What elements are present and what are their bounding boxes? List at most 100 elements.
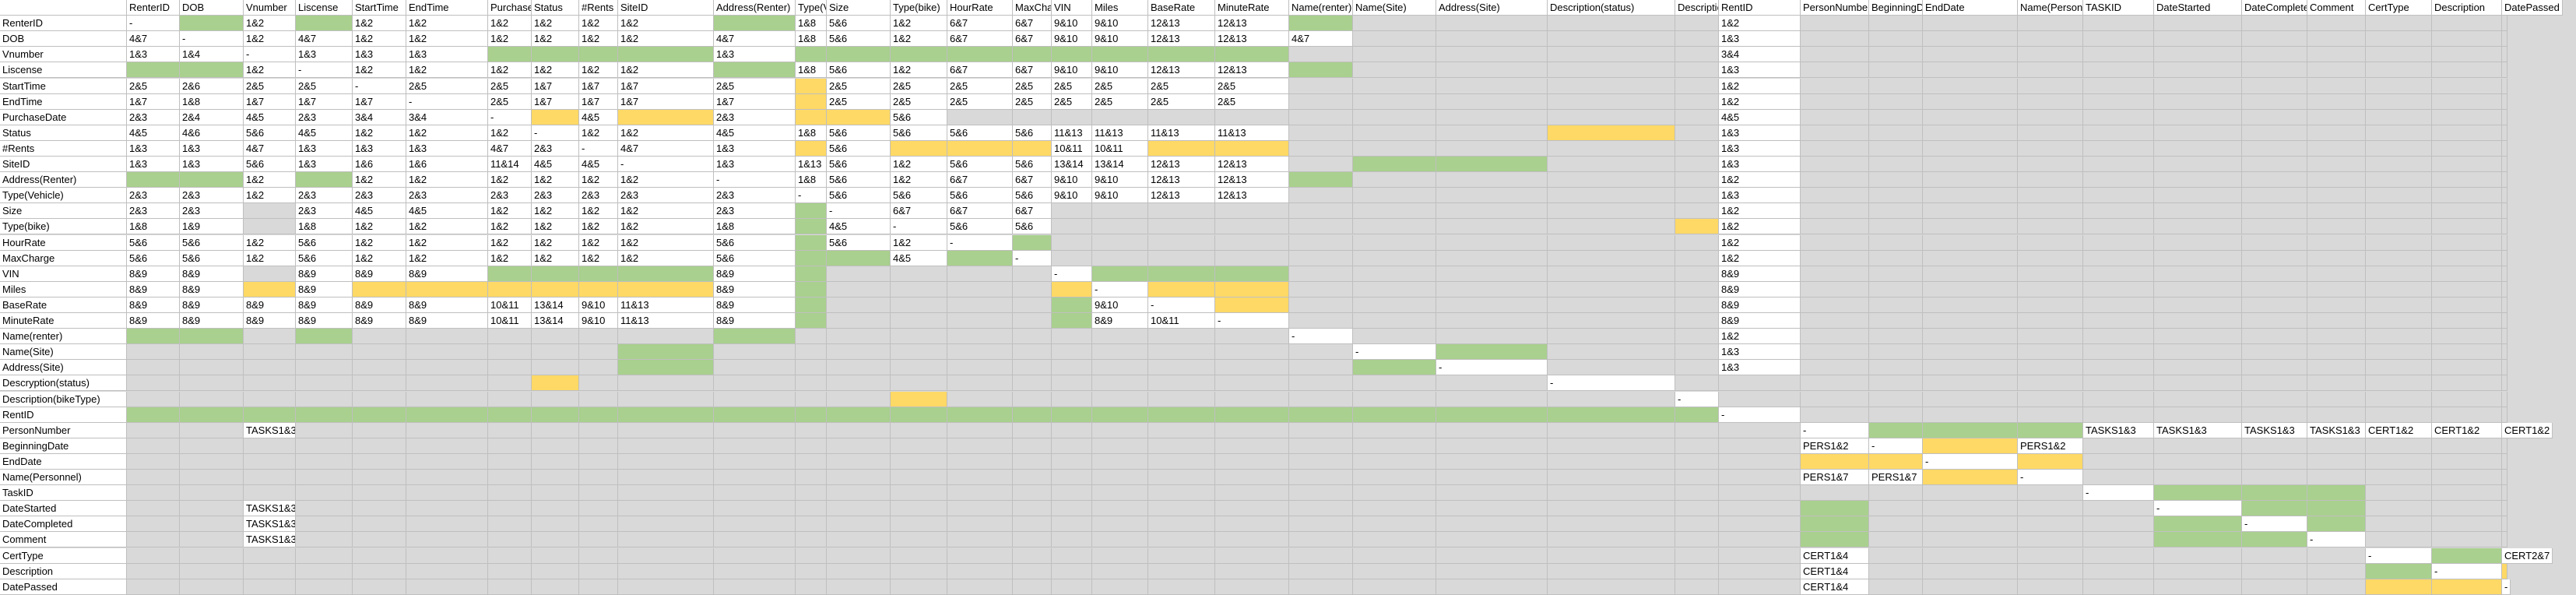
grid-cell[interactable] — [1052, 234, 1092, 251]
column-header[interactable]: Type(bike) — [891, 0, 947, 16]
grid-cell[interactable] — [2366, 31, 2432, 48]
grid-cell[interactable] — [1148, 329, 1215, 345]
row-header[interactable]: Comment — [0, 532, 127, 548]
grid-cell[interactable] — [1148, 422, 1215, 438]
grid-cell[interactable] — [1923, 78, 2018, 94]
grid-cell[interactable] — [2018, 453, 2083, 470]
grid-cell[interactable] — [2432, 234, 2502, 251]
grid-cell[interactable] — [406, 329, 488, 345]
grid-cell[interactable] — [2307, 172, 2366, 188]
grid-cell[interactable] — [1052, 329, 1092, 345]
grid-cell[interactable]: - — [1289, 329, 1353, 345]
grid-cell[interactable] — [2502, 281, 2507, 298]
grid-cell[interactable]: 5&6 — [244, 157, 296, 173]
row-header[interactable]: Vnumber — [0, 47, 127, 63]
grid-cell[interactable] — [2432, 579, 2502, 595]
grid-cell[interactable] — [2083, 157, 2154, 173]
grid-cell[interactable]: 2&5 — [891, 93, 947, 110]
grid-cell[interactable]: 12&13 — [1148, 31, 1215, 48]
grid-cell[interactable] — [2083, 470, 2154, 486]
grid-cell[interactable] — [1013, 109, 1052, 125]
grid-cell[interactable] — [1801, 344, 1869, 361]
grid-cell[interactable] — [827, 470, 891, 486]
grid-cell[interactable] — [1548, 281, 1675, 298]
grid-cell[interactable] — [1013, 470, 1052, 486]
grid-cell[interactable] — [1215, 516, 1289, 533]
grid-cell[interactable] — [1675, 93, 1719, 110]
grid-cell[interactable]: 1&2 — [532, 250, 579, 266]
row-header[interactable]: PurchaseDate — [0, 109, 127, 125]
grid-cell[interactable] — [1801, 453, 1869, 470]
grid-cell[interactable] — [296, 547, 353, 564]
grid-cell[interactable] — [1548, 453, 1675, 470]
grid-cell[interactable] — [1353, 47, 1436, 63]
grid-cell[interactable] — [796, 266, 827, 282]
grid-cell[interactable] — [1675, 547, 1719, 564]
grid-cell[interactable]: 5&6 — [827, 140, 891, 157]
grid-cell[interactable] — [1353, 31, 1436, 48]
grid-cell[interactable]: 1&2 — [618, 219, 714, 235]
grid-cell[interactable] — [1436, 579, 1548, 595]
grid-cell[interactable]: 1&2 — [488, 16, 532, 32]
grid-cell[interactable] — [947, 516, 1013, 533]
grid-cell[interactable] — [2083, 516, 2154, 533]
grid-cell[interactable] — [2154, 157, 2242, 173]
grid-cell[interactable]: 2&5 — [827, 93, 891, 110]
grid-cell[interactable] — [796, 281, 827, 298]
grid-cell[interactable]: 1&3 — [127, 47, 180, 63]
grid-cell[interactable] — [1289, 547, 1353, 564]
grid-cell[interactable] — [353, 391, 406, 407]
grid-cell[interactable] — [1675, 563, 1719, 579]
grid-cell[interactable] — [2307, 62, 2366, 79]
grid-cell[interactable] — [532, 470, 579, 486]
grid-cell[interactable] — [2083, 281, 2154, 298]
grid-cell[interactable] — [296, 172, 353, 188]
grid-cell[interactable] — [2432, 470, 2502, 486]
grid-cell[interactable] — [796, 250, 827, 266]
grid-cell[interactable] — [1923, 125, 2018, 141]
grid-cell[interactable]: 10&11 — [1052, 140, 1092, 157]
grid-cell[interactable] — [1869, 360, 1923, 376]
grid-cell[interactable]: - — [2307, 532, 2366, 548]
grid-cell[interactable]: TASKS1&3 — [2083, 422, 2154, 438]
grid-cell[interactable] — [2366, 109, 2432, 125]
grid-cell[interactable] — [1289, 516, 1353, 533]
grid-cell[interactable]: 3&4 — [406, 109, 488, 125]
row-header[interactable]: BaseRate — [0, 297, 127, 313]
grid-cell[interactable] — [1052, 516, 1092, 533]
grid-cell[interactable] — [1923, 485, 2018, 502]
grid-cell[interactable] — [947, 47, 1013, 63]
column-header[interactable]: EndTime — [406, 0, 488, 16]
grid-cell[interactable]: 1&7 — [127, 93, 180, 110]
grid-cell[interactable] — [1215, 329, 1289, 345]
grid-cell[interactable] — [353, 563, 406, 579]
grid-cell[interactable] — [1801, 250, 1869, 266]
grid-cell[interactable]: 11&13 — [1092, 125, 1148, 141]
grid-cell[interactable] — [2307, 391, 2366, 407]
grid-cell[interactable]: 9&10 — [1052, 172, 1092, 188]
grid-cell[interactable] — [1013, 329, 1052, 345]
grid-cell[interactable] — [1215, 563, 1289, 579]
grid-cell[interactable] — [947, 422, 1013, 438]
column-header[interactable]: RentID — [1719, 0, 1801, 16]
grid-cell[interactable] — [2432, 93, 2502, 110]
grid-cell[interactable] — [2154, 516, 2242, 533]
grid-cell[interactable] — [1148, 485, 1215, 502]
grid-cell[interactable] — [2502, 78, 2507, 94]
grid-cell[interactable]: 1&2 — [579, 250, 618, 266]
grid-cell[interactable]: - — [296, 62, 353, 79]
grid-cell[interactable]: 1&7 — [714, 93, 796, 110]
grid-cell[interactable] — [2366, 313, 2432, 329]
grid-cell[interactable] — [796, 501, 827, 517]
grid-cell[interactable] — [891, 360, 947, 376]
grid-cell[interactable]: 12&13 — [1215, 172, 1289, 188]
row-header[interactable]: Descryption(status) — [0, 375, 127, 392]
grid-cell[interactable]: 2&3 — [296, 203, 353, 220]
grid-cell[interactable] — [1215, 140, 1289, 157]
grid-cell[interactable] — [2083, 579, 2154, 595]
grid-cell[interactable]: - — [947, 234, 1013, 251]
grid-cell[interactable] — [296, 470, 353, 486]
grid-cell[interactable] — [796, 516, 827, 533]
grid-cell[interactable] — [1548, 93, 1675, 110]
grid-cell[interactable] — [1923, 422, 2018, 438]
